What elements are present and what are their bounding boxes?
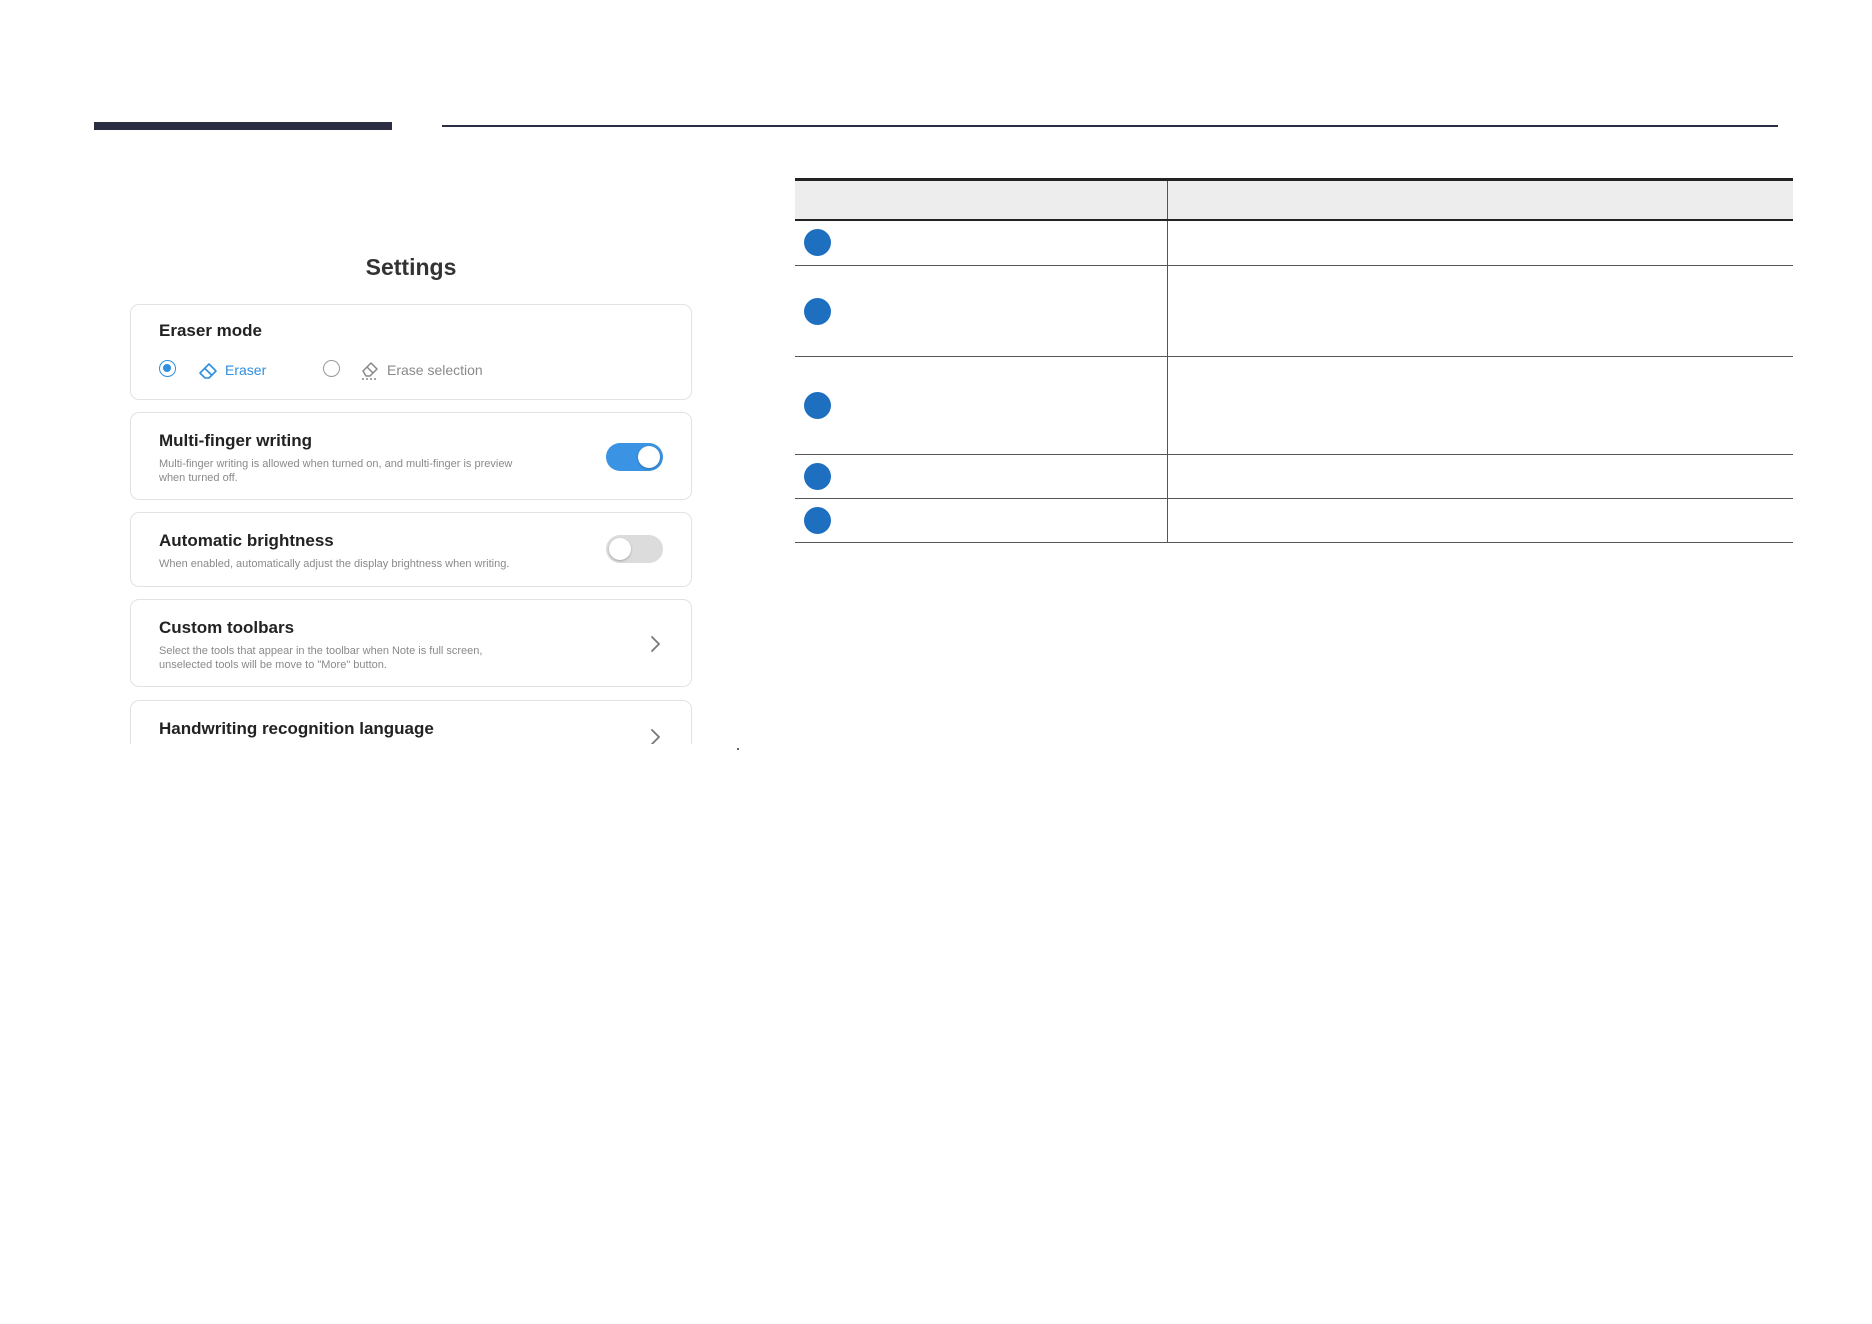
- table-cell-description: [1167, 219, 1793, 266]
- auto-brightness-title: Automatic brightness: [159, 531, 334, 550]
- eraser-mode-title: Eraser mode: [159, 321, 262, 340]
- table-row: [795, 356, 1793, 455]
- number-badge: [804, 392, 831, 419]
- table-header-cell: [1167, 178, 1793, 221]
- number-badge: [804, 463, 831, 490]
- table-row: [795, 498, 1793, 543]
- eraser-mode-options: Eraser Erase selection: [159, 359, 659, 380]
- erase-selection-icon: [362, 362, 378, 380]
- custom-toolbars-card[interactable]: Custom toolbars Select the tools that ap…: [130, 599, 692, 687]
- erase-selection-option-label[interactable]: Erase selection: [387, 362, 483, 378]
- eraser-option-label[interactable]: Eraser: [225, 362, 266, 378]
- number-badge: [804, 297, 831, 325]
- custom-toolbars-description: Select the tools that appear in the tool…: [159, 645, 559, 672]
- table-cell-marker: [795, 265, 1168, 357]
- multi-finger-desc-line2: when turned off.: [159, 471, 238, 484]
- multi-finger-card: Multi-finger writing Multi-finger writin…: [130, 412, 692, 500]
- table-cell-description: [1167, 454, 1793, 499]
- table-cell-description: [1167, 356, 1793, 455]
- multi-finger-title: Multi-finger writing: [159, 431, 312, 450]
- number-badge: [804, 507, 831, 534]
- table-cell-marker: [795, 219, 1168, 266]
- auto-brightness-toggle[interactable]: [606, 535, 663, 563]
- auto-brightness-card: Automatic brightness When enabled, autom…: [130, 512, 692, 587]
- eraser-mode-card: Eraser mode Eraser Erase selection: [130, 304, 692, 400]
- multi-finger-toggle[interactable]: [606, 443, 663, 471]
- table-cell-marker: [795, 498, 1168, 543]
- stray-dot: [737, 748, 739, 750]
- toggle-knob: [609, 538, 631, 560]
- chevron-right-icon: [651, 729, 660, 744]
- custom-toolbars-desc-line1: Select the tools that appear in the tool…: [159, 645, 483, 657]
- handwriting-language-title: Handwriting recognition language: [159, 719, 434, 738]
- auto-brightness-description: When enabled, automatically adjust the d…: [159, 558, 510, 570]
- multi-finger-description: Multi-finger writing is allowed when tur…: [159, 458, 559, 485]
- settings-title: Settings: [365, 254, 457, 280]
- section-rule-thin: [442, 125, 1778, 127]
- table-cell-marker: [795, 356, 1168, 455]
- table-cell-marker: [795, 454, 1168, 499]
- erase-selection-radio[interactable]: [323, 360, 340, 377]
- settings-panel: Settings Eraser mode Eraser Erase select…: [128, 240, 694, 744]
- eraser-radio[interactable]: [159, 360, 176, 377]
- table-header-row: [795, 178, 1793, 221]
- custom-toolbars-title: Custom toolbars: [159, 618, 295, 637]
- section-rule-thick: [94, 122, 392, 130]
- table-row: [795, 454, 1793, 499]
- table-row: [795, 219, 1793, 266]
- multi-finger-desc-line1: Multi-finger writing is allowed when tur…: [159, 458, 513, 470]
- table-cell-description: [1167, 265, 1793, 357]
- toggle-knob: [638, 446, 660, 468]
- handwriting-language-card[interactable]: Handwriting recognition language: [130, 700, 692, 744]
- eraser-icon: [199, 363, 217, 379]
- table-cell-description: [1167, 498, 1793, 543]
- page: Settings Eraser mode Eraser Erase select…: [0, 0, 1872, 1324]
- number-badge: [804, 229, 831, 257]
- table-header-cell: [795, 178, 1168, 221]
- description-table: [795, 178, 1793, 543]
- custom-toolbars-desc-line2: unselected tools will be move to "More" …: [159, 658, 387, 671]
- chevron-right-icon: [651, 636, 660, 652]
- table-row: [795, 265, 1793, 357]
